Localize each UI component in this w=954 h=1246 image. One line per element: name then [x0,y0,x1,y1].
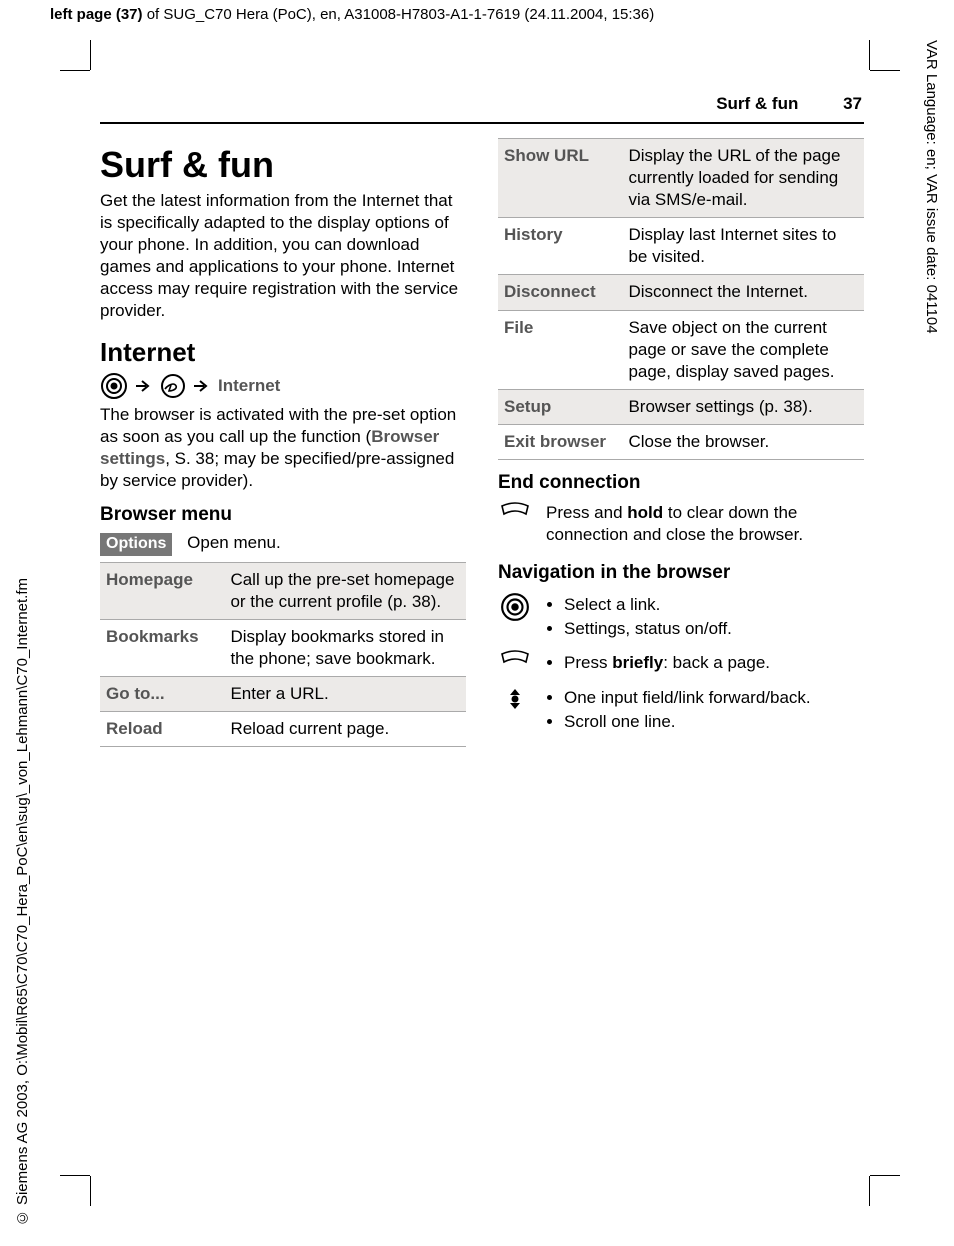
table-row: Show URL Display the URL of the page cur… [498,139,864,218]
up-down-arrow-icon [498,685,532,713]
table-row: History Display last Internet sites to b… [498,218,864,275]
nav-arrow-list: One input field/link forward/back. Scrol… [546,685,811,735]
list-item: Scroll one line. [564,711,811,733]
end-connection-heading: End connection [498,472,864,494]
browser-menu-heading: Browser menu [100,504,466,526]
internet-heading: Internet [100,337,466,368]
list-item: One input field/link forward/back. [564,687,811,709]
page-meta-label: left page (37) [50,6,143,23]
table-row: Exit browser Close the browser. [498,424,864,459]
surf-and-fun-icon [160,373,186,399]
menu-desc: Save object on the current page or save … [622,310,864,389]
list-item: Select a link. [564,594,732,616]
menu-path: Internet [100,372,466,400]
table-row: Go to... Enter a URL. [100,677,466,712]
menu-key: Setup [498,389,622,424]
table-row: Disconnect Disconnect the Internet. [498,275,864,310]
end-call-key-icon [498,650,532,670]
menu-key: Homepage [100,562,224,619]
end-connection-text: Press and hold to clear down the connect… [546,502,864,546]
menu-key: Show URL [498,139,622,218]
list-item: Settings, status on/off. [564,618,732,640]
center-key-icon [100,372,128,400]
internet-desc: The browser is activated with the pre-se… [100,404,466,492]
navigation-heading: Navigation in the browser [498,562,864,584]
browser-menu-table: Homepage Call up the pre-set homepage or… [100,562,466,748]
menu-key: Go to... [100,677,224,712]
menu-key: Disconnect [498,275,622,310]
nav-center-list: Select a link. Settings, status on/off. [546,592,732,642]
page-meta-top: left page (37) of SUG_C70 Hera (PoC), en… [50,6,654,23]
menu-desc: Display last Internet sites to be visite… [622,218,864,275]
menu-desc: Call up the pre-set homepage or the curr… [224,562,466,619]
center-key-icon [498,592,532,622]
table-row: Setup Browser settings (p. 38). [498,389,864,424]
intro-text: Get the latest information from the Inte… [100,190,466,323]
menu-desc: Enter a URL. [224,677,466,712]
page-meta-rest: of SUG_C70 Hera (PoC), en, A31008-H7803-… [143,6,655,23]
table-row: File Save object on the current page or … [498,310,864,389]
menu-desc: Browser settings (p. 38). [622,389,864,424]
arrow-icon [194,379,210,393]
list-item: Press briefly: back a page. [564,652,770,674]
table-row: Reload Reload current page. [100,712,466,747]
menu-key: History [498,218,622,275]
table-row: Bookmarks Display bookmarks stored in th… [100,619,466,676]
options-softkey: Options [100,533,172,556]
side-meta-left: © Siemens AG 2003, O:\Mobil\R65\C70\C70_… [14,578,31,1226]
menu-desc: Display the URL of the page currently lo… [622,139,864,218]
page-number: 37 [843,94,862,113]
nav-back-list: Press briefly: back a page. [546,650,770,676]
open-menu-text: Open menu. [187,533,281,552]
menu-desc: Display bookmarks stored in the phone; s… [224,619,466,676]
menu-desc: Close the browser. [622,424,864,459]
running-head-title: Surf & fun [716,94,798,113]
table-row: Homepage Call up the pre-set homepage or… [100,562,466,619]
menu-key: Bookmarks [100,619,224,676]
menu-key: File [498,310,622,389]
menu-key: Reload [100,712,224,747]
menu-desc: Disconnect the Internet. [622,275,864,310]
side-meta-right: VAR Language: en; VAR issue date: 041104 [923,40,940,334]
running-head: Surf & fun 37 [100,90,864,124]
end-call-key-icon [498,502,532,522]
browser-menu-table-cont: Show URL Display the URL of the page cur… [498,138,864,460]
page-title: Surf & fun [100,144,466,186]
menu-key: Exit browser [498,424,622,459]
menu-desc: Reload current page. [224,712,466,747]
arrow-icon [136,379,152,393]
options-row: Options Open menu. [100,532,466,556]
menu-path-label: Internet [218,376,280,396]
